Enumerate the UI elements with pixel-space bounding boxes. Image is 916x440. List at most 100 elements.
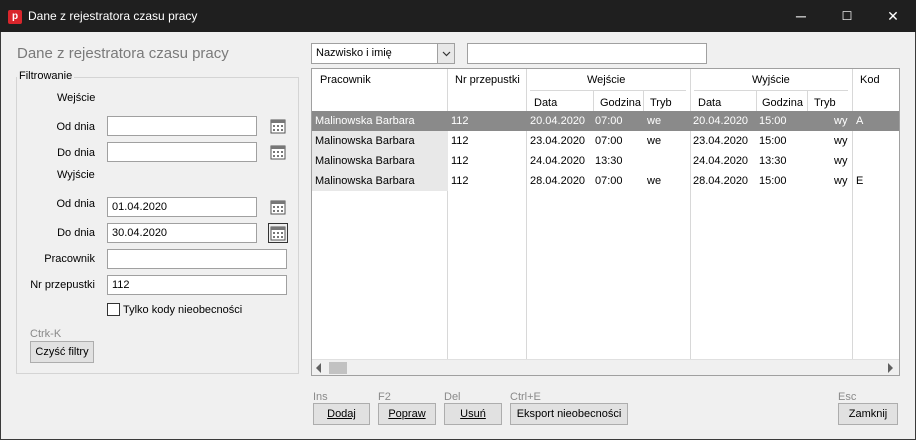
cell-out-mode: wy: [834, 115, 848, 127]
entry-section-label: Wejście: [57, 92, 96, 104]
cell-in-mode: we: [647, 135, 662, 147]
exit-to-field[interactable]: 30.04.2020: [107, 223, 257, 243]
export-absences-button[interactable]: Eksport nieobecności: [510, 403, 628, 425]
cell-employee: Malinowska Barbara: [315, 155, 415, 167]
cell-out-date: 23.04.2020: [693, 135, 749, 147]
cell-code: A: [856, 115, 864, 127]
col-header-out-date[interactable]: Data: [698, 97, 721, 109]
exit-from-field[interactable]: 01.04.2020: [107, 197, 257, 217]
col-header-entry: Wejście: [587, 74, 626, 86]
entry-from-label: Od dnia: [56, 121, 95, 133]
cell-out-mode: wy: [834, 175, 848, 187]
cell-in-time: 07:00: [595, 135, 623, 147]
exit-to-label: Do dnia: [57, 227, 95, 239]
clear-filters-hint: Ctrk-K: [30, 328, 62, 340]
clear-filters-button[interactable]: Czyść filtry: [30, 341, 94, 363]
cell-in-date: 24.04.2020: [530, 155, 586, 167]
calendar-icon[interactable]: [268, 223, 288, 243]
sort-combo-value: Nazwisko i imię: [316, 47, 392, 59]
col-header-employee[interactable]: Pracownik: [320, 74, 371, 86]
cell-employee: Malinowska Barbara: [315, 175, 415, 187]
cell-in-date: 20.04.2020: [530, 115, 586, 127]
cell-out-time: 15:00: [759, 175, 787, 187]
cell-badge: 112: [451, 175, 469, 187]
cell-out-time: 15:00: [759, 115, 787, 127]
cell-employee: Malinowska Barbara: [315, 135, 415, 147]
cell-out-date: 28.04.2020: [693, 175, 749, 187]
maximize-button[interactable]: ☐: [824, 0, 870, 32]
absence-only-label: Tylko kody nieobecności: [123, 304, 243, 316]
calendar-icon[interactable]: [268, 116, 288, 136]
sort-combo[interactable]: Nazwisko i imię: [311, 43, 455, 64]
employee-label: Pracownik: [44, 253, 95, 265]
edit-hint: F2: [378, 391, 391, 403]
add-button-label: Dodaj: [327, 408, 356, 420]
exit-from-label: Od dnia: [56, 198, 95, 210]
table-row[interactable]: Malinowska Barbara 112 24.04.2020 13:30 …: [312, 151, 899, 171]
window-title: Dane z rejestratora czasu pracy: [28, 9, 198, 23]
cell-in-time: 07:00: [595, 175, 623, 187]
close-window-button[interactable]: ✕: [870, 0, 916, 32]
cell-out-mode: wy: [834, 135, 848, 147]
edit-button-label: Popraw: [388, 408, 426, 420]
cell-out-time: 15:00: [759, 135, 787, 147]
cell-badge: 112: [451, 155, 469, 167]
delete-button[interactable]: Usuń: [444, 403, 502, 425]
cell-badge: 112: [451, 135, 469, 147]
table-row[interactable]: Malinowska Barbara 112 20.04.2020 07:00 …: [312, 111, 899, 131]
cell-employee: Malinowska Barbara: [315, 115, 415, 127]
export-hint: Ctrl+E: [510, 391, 541, 403]
cell-in-mode: we: [647, 115, 662, 127]
cell-code: E: [856, 175, 864, 187]
absence-only-checkbox[interactable]: [107, 303, 120, 316]
cell-in-time: 07:00: [595, 115, 623, 127]
calendar-icon[interactable]: [268, 197, 288, 217]
cell-out-mode: wy: [834, 155, 848, 167]
col-header-in-date[interactable]: Data: [534, 97, 557, 109]
records-grid[interactable]: Pracownik Nr przepustki Wejście Wyjście …: [311, 68, 900, 376]
entry-to-label: Do dnia: [57, 147, 95, 159]
scroll-left-icon[interactable]: [316, 363, 321, 373]
delete-hint: Del: [444, 391, 461, 403]
add-button[interactable]: Dodaj: [313, 403, 370, 425]
filter-legend: Filtrowanie: [17, 70, 75, 82]
edit-button[interactable]: Popraw: [378, 403, 436, 425]
col-header-out-mode[interactable]: Tryb: [814, 97, 836, 109]
cell-out-time: 13:30: [759, 155, 787, 167]
col-header-badge[interactable]: Nr przepustki: [455, 74, 520, 86]
horizontal-scrollbar[interactable]: [312, 359, 899, 375]
cell-in-date: 28.04.2020: [530, 175, 586, 187]
col-header-out-time[interactable]: Godzina: [762, 97, 803, 109]
table-row[interactable]: Malinowska Barbara 112 23.04.2020 07:00 …: [312, 131, 899, 151]
badge-label: Nr przepustki: [30, 279, 95, 291]
cell-out-date: 20.04.2020: [693, 115, 749, 127]
exit-section-label: Wyjście: [57, 169, 95, 181]
app-icon: p: [8, 10, 22, 24]
search-input[interactable]: [467, 43, 707, 64]
table-row[interactable]: Malinowska Barbara 112 28.04.2020 07:00 …: [312, 171, 899, 191]
col-header-exit: Wyjście: [752, 74, 790, 86]
scrollbar-thumb[interactable]: [329, 362, 347, 374]
col-header-in-time[interactable]: Godzina: [600, 97, 641, 109]
badge-field[interactable]: 112: [107, 275, 287, 295]
cell-in-time: 13:30: [595, 155, 623, 167]
calendar-icon[interactable]: [268, 142, 288, 162]
add-hint: Ins: [313, 391, 328, 403]
minimize-button[interactable]: ─: [778, 0, 824, 32]
entry-from-field[interactable]: [107, 116, 257, 136]
page-title: Dane z rejestratora czasu pracy: [17, 45, 229, 62]
cell-in-date: 23.04.2020: [530, 135, 586, 147]
cell-out-date: 24.04.2020: [693, 155, 749, 167]
chevron-down-icon[interactable]: [437, 44, 454, 63]
employee-field[interactable]: [107, 249, 287, 269]
close-hint: Esc: [838, 391, 857, 403]
cell-badge: 112: [451, 115, 469, 127]
title-bar: p Dane z rejestratora czasu pracy ─ ☐ ✕: [0, 0, 916, 32]
cell-in-mode: we: [647, 175, 662, 187]
entry-to-field[interactable]: [107, 142, 257, 162]
scroll-right-icon[interactable]: [888, 363, 893, 373]
col-header-code[interactable]: Kod: [860, 74, 880, 86]
delete-button-label: Usuń: [460, 408, 486, 420]
close-button[interactable]: Zamknij: [838, 403, 898, 425]
col-header-in-mode[interactable]: Tryb: [650, 97, 672, 109]
